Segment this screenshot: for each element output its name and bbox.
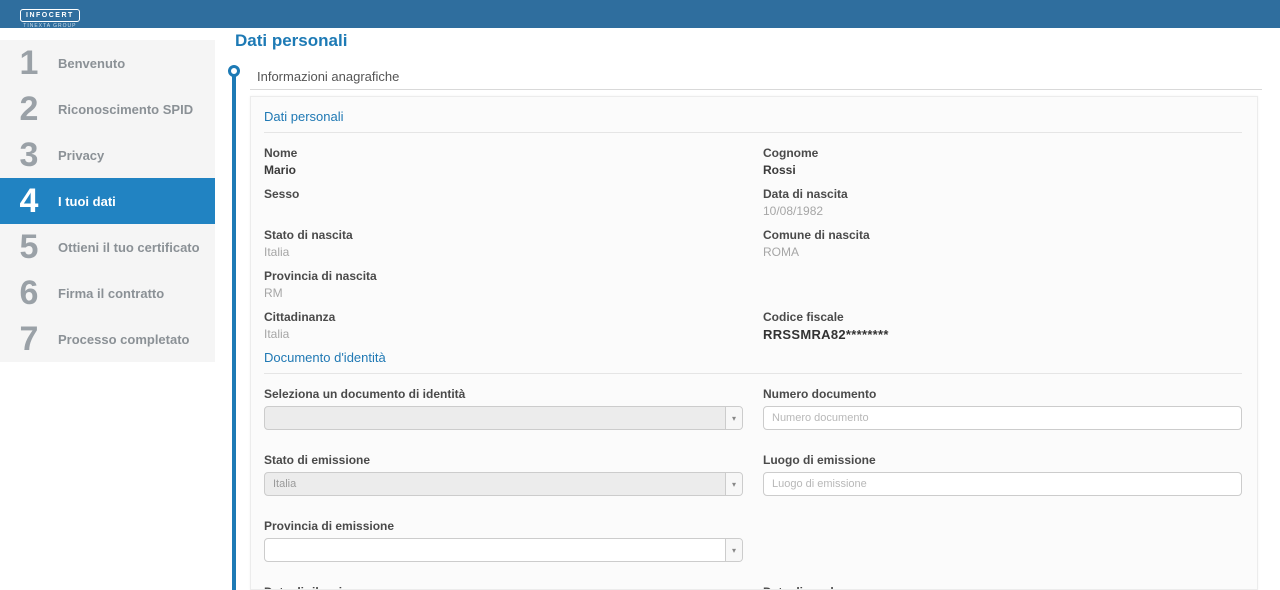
form-panel: Dati personali Nome Mario Cognome Rossi … [250, 96, 1258, 590]
field-codice-fiscale: Codice fiscale RRSSMRA82******** [763, 310, 1242, 342]
field-sesso: Sesso [264, 187, 743, 219]
form-field-tipo-documento: Seleziona un documento di identità ▾ [264, 387, 743, 430]
field-label: Seleziona un documento di identità [264, 387, 466, 401]
sidebar-item-privacy[interactable]: 3 Privacy [0, 132, 215, 178]
header-divider [250, 89, 1262, 90]
field-label: Nome [264, 146, 298, 160]
form-field-data-rilascio: Data di rilascio [264, 585, 743, 589]
form-field-data-scadenza: Data di scadenza [763, 585, 1242, 589]
form-field-provincia-emissione: Provincia di emissione ▾ [264, 519, 743, 562]
step-number: 7 [19, 320, 39, 358]
documento-tipo-select[interactable]: ▾ [264, 406, 743, 430]
infocert-logo-subtext: TINEXTA GROUP [23, 23, 77, 29]
step-label: Riconoscimento SPID [58, 101, 194, 117]
field-nome: Nome Mario [264, 146, 743, 178]
field-label: Cittadinanza [264, 310, 336, 324]
top-bar: INFOCERT TINEXTA GROUP [0, 0, 1280, 29]
field-cittadinanza: Cittadinanza Italia [264, 310, 743, 342]
section-title-dati-personali: Dati personali [264, 109, 1242, 133]
field-value [264, 204, 743, 219]
field-empty [763, 269, 1242, 301]
step-label: Firma il contratto [58, 285, 165, 301]
step-label: Processo completato [58, 331, 190, 347]
select-value: Italia [273, 478, 297, 490]
sidebar-item-benvenuto[interactable]: 1 Benvenuto [0, 40, 215, 86]
step-label: Ottieni il tuo certificato [58, 239, 200, 255]
infocert-logo: INFOCERT TINEXTA GROUP [20, 4, 80, 29]
sidebar-item-firma-contratto[interactable]: 6 Firma il contratto [0, 270, 215, 316]
infocert-logo-text: INFOCERT [20, 9, 80, 22]
step-number: 5 [19, 228, 39, 266]
chevron-down-icon: ▾ [725, 539, 742, 561]
timeline-dot-icon [228, 65, 240, 77]
field-label: Luogo di emissione [763, 453, 876, 467]
sidebar-item-i-tuoi-dati[interactable]: 4 I tuoi dati [0, 178, 215, 224]
step-number: 2 [19, 90, 39, 128]
field-value: ROMA [763, 245, 799, 259]
field-label: Data di nascita [763, 187, 848, 201]
field-label: Provincia di nascita [264, 269, 377, 283]
provincia-emissione-select[interactable]: ▾ [264, 538, 743, 562]
field-label: Sesso [264, 187, 300, 201]
timeline-line [232, 75, 236, 590]
step-number: 4 [19, 182, 39, 220]
step-label: Benvenuto [58, 55, 126, 71]
field-value: Italia [264, 327, 290, 341]
field-label: Stato di nascita [264, 228, 353, 242]
step-label: Privacy [58, 147, 105, 163]
form-field-luogo-emissione: Luogo di emissione [763, 453, 1242, 496]
page-title: Dati personali [235, 31, 348, 50]
field-value: Rossi [763, 163, 796, 177]
select-value [265, 539, 725, 561]
form-field-stato-emissione: Stato di emissione Italia ▾ [264, 453, 743, 496]
luogo-emissione-input[interactable] [763, 472, 1242, 496]
field-comune-di-nascita: Comune di nascita ROMA [763, 228, 1242, 260]
field-value: Mario [264, 163, 297, 177]
steps-sidebar: 1 Benvenuto 2 Riconoscimento SPID 3 Priv… [0, 40, 215, 362]
timeline-section-label: Informazioni anagrafiche [257, 69, 400, 84]
field-label: Provincia di emissione [264, 519, 395, 533]
form-field-empty [763, 519, 1242, 562]
field-cognome: Cognome Rossi [763, 146, 1242, 178]
field-provincia-di-nascita: Provincia di nascita RM [264, 269, 743, 301]
field-value: RRSSMRA82******** [763, 327, 889, 342]
personal-data-grid: Nome Mario Cognome Rossi Sesso Data di n… [264, 146, 1242, 342]
numero-documento-input[interactable] [763, 406, 1242, 430]
chevron-down-icon: ▾ [725, 473, 742, 495]
field-label: Stato di emissione [264, 453, 371, 467]
field-value: RM [264, 286, 283, 300]
field-label: Numero documento [763, 387, 877, 401]
chevron-down-icon: ▾ [725, 407, 742, 429]
field-stato-di-nascita: Stato di nascita Italia [264, 228, 743, 260]
step-number: 3 [19, 136, 39, 174]
field-label: Cognome [763, 146, 819, 160]
field-label: Data di scadenza [763, 585, 1242, 589]
section-title-documento-identita: Documento d'identità [264, 350, 1242, 374]
field-label: Comune di nascita [763, 228, 870, 242]
sidebar-item-ottieni-certificato[interactable]: 5 Ottieni il tuo certificato [0, 224, 215, 270]
step-label: I tuoi dati [58, 193, 116, 209]
step-number: 1 [19, 44, 39, 82]
field-value: 10/08/1982 [763, 204, 824, 218]
form-field-numero-documento: Numero documento [763, 387, 1242, 430]
field-data-di-nascita: Data di nascita 10/08/1982 [763, 187, 1242, 219]
field-label: Codice fiscale [763, 310, 844, 324]
document-form-grid: Seleziona un documento di identità ▾ Num… [264, 387, 1242, 589]
stato-emissione-select[interactable]: Italia ▾ [264, 472, 743, 496]
sidebar-item-processo-completato[interactable]: 7 Processo completato [0, 316, 215, 362]
sidebar-item-riconoscimento-spid[interactable]: 2 Riconoscimento SPID [0, 86, 215, 132]
field-label: Data di rilascio [264, 585, 743, 589]
select-value [265, 407, 725, 429]
step-number: 6 [19, 274, 39, 312]
field-value: Italia [264, 245, 290, 259]
